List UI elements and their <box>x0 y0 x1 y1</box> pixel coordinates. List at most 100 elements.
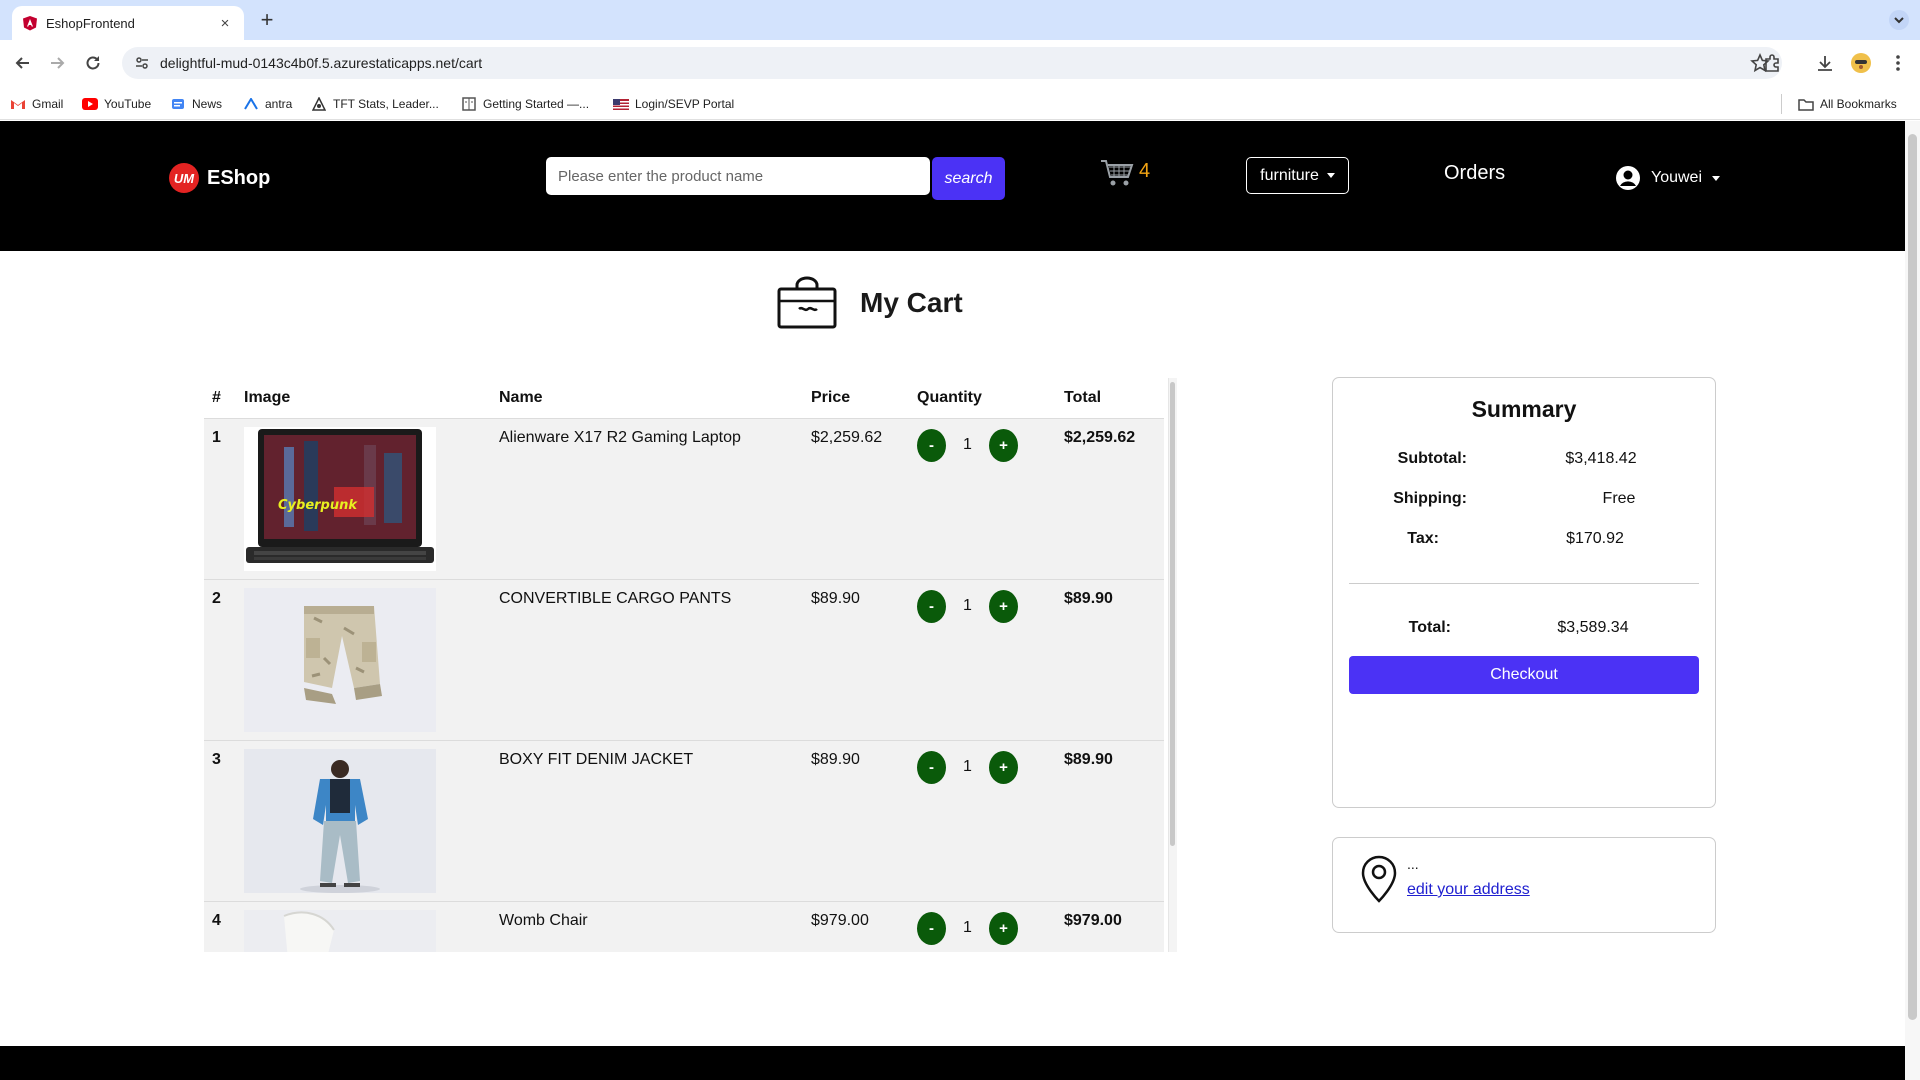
news-icon <box>170 96 186 112</box>
increase-quantity-button[interactable]: + <box>989 750 1018 784</box>
total-value: $3,589.34 <box>1557 619 1629 636</box>
bookmark-antra[interactable]: antra <box>243 96 292 112</box>
browser-tab-bar: EshopFrontend × + <box>0 0 1920 40</box>
edit-address-link[interactable]: edit your address <box>1407 881 1530 899</box>
bookmark-label: Gmail <box>32 97 64 111</box>
quantity-value: 1 <box>963 597 972 614</box>
cart-row: 3 BOXY FIT DENIM JACKET $89.90 - 1 + $89… <box>204 740 1164 902</box>
decrease-quantity-button[interactable]: - <box>917 589 946 623</box>
row-price: $979.00 <box>803 901 909 952</box>
document-icon <box>461 96 477 112</box>
antra-icon <box>243 96 259 112</box>
tft-icon <box>311 96 327 112</box>
row-image-cell <box>236 740 491 902</box>
bookmark-label: Getting Started —... <box>483 97 590 111</box>
bookmarks-bar: Gmail YouTube News antra TFT Stats, Lead… <box>0 90 1920 120</box>
cart-table-panel: # Image Name Price Quantity Total 1 Cybe… <box>204 378 1177 952</box>
row-index: 4 <box>204 901 236 952</box>
cart-row: 1 Cyberpunk Alienware X17 R2 Gaming Lapt… <box>204 418 1164 580</box>
angular-favicon-icon <box>23 16 37 31</box>
tab-search-icon[interactable] <box>1888 9 1910 31</box>
increase-quantity-button[interactable]: + <box>989 589 1018 623</box>
tab-close-icon[interactable]: × <box>216 15 234 32</box>
row-name: Alienware X17 R2 Gaming Laptop <box>491 418 803 580</box>
column-header-price: Price <box>803 378 909 419</box>
bookmark-tft[interactable]: TFT Stats, Leader... <box>311 96 439 112</box>
folder-icon <box>1798 96 1814 112</box>
quantity-value: 1 <box>963 758 972 775</box>
shipping-value: Free <box>1602 490 1636 507</box>
tax-label: Tax: <box>1407 530 1439 547</box>
browser-menu-icon[interactable] <box>1887 52 1909 74</box>
decrease-quantity-button[interactable]: - <box>917 428 946 462</box>
user-menu[interactable]: Youwei <box>1615 165 1721 191</box>
womb-chair-image[interactable] <box>244 909 436 953</box>
laptop-image[interactable]: Cyberpunk <box>244 426 436 571</box>
location-pin-icon <box>1361 855 1397 903</box>
reload-icon[interactable] <box>80 50 106 76</box>
increase-quantity-button[interactable]: + <box>989 911 1018 945</box>
shopping-cart-icon[interactable] <box>1100 158 1134 188</box>
svg-text:Cyberpunk: Cyberpunk <box>278 498 358 513</box>
bookmark-label: News <box>192 97 223 111</box>
bookmark-youtube[interactable]: YouTube <box>82 96 151 112</box>
chevron-down-icon <box>1712 175 1721 181</box>
address-bar[interactable]: delightful-mud-0143c4b0f.5.azurestaticap… <box>122 47 1782 79</box>
user-avatar-icon <box>1616 166 1640 190</box>
page-heading: My Cart <box>776 276 963 330</box>
back-icon[interactable] <box>10 50 36 76</box>
bookmark-gmail[interactable]: Gmail <box>10 96 63 112</box>
cargo-pants-image[interactable] <box>244 587 436 732</box>
denim-jacket-image[interactable] <box>244 748 436 893</box>
category-dropdown[interactable]: furniture <box>1246 157 1349 194</box>
row-price: $89.90 <box>803 740 909 902</box>
shopping-bag-icon <box>777 276 837 329</box>
forward-icon[interactable] <box>44 50 70 76</box>
logo-text: EShop <box>207 166 271 189</box>
bookmark-label: antra <box>265 97 293 111</box>
extensions-icon[interactable] <box>1761 52 1783 74</box>
cart-table: # Image Name Price Quantity Total 1 Cybe… <box>204 378 1164 952</box>
row-image-cell <box>236 901 491 952</box>
download-icon[interactable] <box>1814 52 1836 74</box>
column-header-total: Total <box>1056 378 1164 419</box>
orders-link[interactable]: Orders <box>1444 162 1505 185</box>
row-name: CONVERTIBLE CARGO PANTS <box>491 579 803 741</box>
bookmark-getting-started[interactable]: Getting Started —... <box>461 96 589 112</box>
decrease-quantity-button[interactable]: - <box>917 911 946 945</box>
new-tab-button[interactable]: + <box>254 8 280 34</box>
row-quantity: - 1 + <box>909 418 1056 580</box>
order-summary-card: Summary Subtotal: $3,418.42 Shipping: Fr… <box>1332 377 1716 808</box>
bookmark-news[interactable]: News <box>170 96 222 112</box>
decrease-quantity-button[interactable]: - <box>917 750 946 784</box>
bookmark-label: Login/SEVP Portal <box>635 97 735 111</box>
all-bookmarks-button[interactable]: All Bookmarks <box>1798 96 1897 112</box>
eshop-logo[interactable]: UM EShop <box>169 163 270 193</box>
bookmark-sevp-portal[interactable]: Login/SEVP Portal <box>613 96 734 112</box>
table-header-row: # Image Name Price Quantity Total <box>204 378 1164 419</box>
row-name: BOXY FIT DENIM JACKET <box>491 740 803 902</box>
search-button[interactable]: search <box>932 157 1005 200</box>
quantity-value: 1 <box>963 436 972 453</box>
checkout-button[interactable]: Checkout <box>1349 656 1699 694</box>
column-header-image: Image <box>236 378 491 419</box>
increase-quantity-button[interactable]: + <box>989 428 1018 462</box>
site-info-icon[interactable] <box>134 55 150 71</box>
cart-row: 4 Womb Chair $979.00 - 1 + $979.00 <box>204 901 1164 952</box>
bookmark-label: TFT Stats, Leader... <box>333 97 439 111</box>
cart-scrollbar-thumb[interactable] <box>1170 382 1175 846</box>
flag-icon <box>613 96 629 112</box>
product-search-input[interactable] <box>546 157 930 195</box>
address-text: ... <box>1407 856 1419 872</box>
chevron-down-icon <box>1326 173 1335 178</box>
cart-count-badge[interactable]: 4 <box>1139 160 1150 183</box>
cart-row: 2 CONVERTIBLE CARGO PANTS $89.90 - 1 + $… <box>204 579 1164 741</box>
all-bookmarks-label: All Bookmarks <box>1820 97 1897 111</box>
user-name: Youwei <box>1651 169 1703 186</box>
row-index: 3 <box>204 740 236 902</box>
browser-tab[interactable]: EshopFrontend × <box>12 6 244 40</box>
row-quantity: - 1 + <box>909 579 1056 741</box>
profile-avatar-icon[interactable] <box>1850 52 1872 74</box>
tab-title: EshopFrontend <box>46 15 135 31</box>
page-scrollbar-thumb[interactable] <box>1908 134 1917 1020</box>
